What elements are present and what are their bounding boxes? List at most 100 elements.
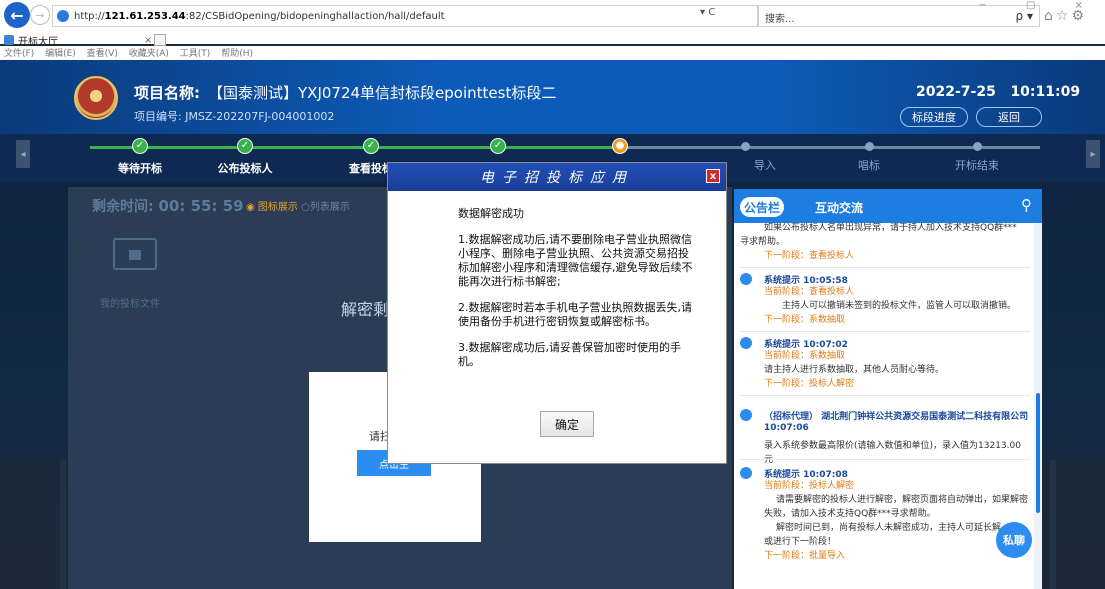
tab-interaction[interactable]: 互动交流	[814, 197, 864, 217]
view-option-list[interactable]: ○列表展示	[301, 202, 350, 213]
menu-favorites[interactable]: 收藏夹(A)	[129, 49, 169, 59]
entry-title: （招标代理） 湖北荆门钟祥公共资源交易国泰测试二科技有限公司	[764, 412, 1029, 422]
scroll-right-icon[interactable]: ▸	[1086, 140, 1100, 168]
check-icon: ✓	[132, 138, 148, 154]
browser-toolbar: ← → http://121.61.253.44:82/CSBidOpening…	[0, 0, 1105, 48]
menu-view[interactable]: 查看(V)	[87, 49, 118, 59]
modal-paragraph-2: 2.数据解密时若本手机电子营业执照数据丢失,请使用备份手机进行密钥恢复或解密标书…	[458, 301, 692, 328]
user-avatar-icon	[740, 409, 752, 421]
step-8: 开标结束	[932, 138, 1022, 173]
bulletin-list: 如果公布投标人名单出现异常，请于持人加入技术支持QQ群*** 寻求帮助。 下一阶…	[734, 223, 1034, 589]
menu-file[interactable]: 文件(F)	[4, 49, 34, 59]
address-bar[interactable]: http://121.61.253.44:82/CSBidOpening/bid…	[52, 5, 758, 27]
url-path: :82/CSBidOpening/bidopeninghallaction/ha…	[185, 10, 445, 22]
divider	[740, 395, 1030, 396]
entry-text: 或进行下一阶段！	[764, 537, 837, 547]
menu-tools[interactable]: 工具(T)	[180, 49, 211, 59]
tab-bulletin[interactable]: 公告栏	[740, 197, 784, 217]
entry-text: 解密时间已到，尚有投标人未解密成功，主持人可延长解	[776, 523, 1002, 533]
entry-next-stage: 下一阶段：批量导入	[764, 551, 846, 561]
modal-title: 电子招投标应用	[388, 163, 726, 191]
project-name-label: 项目名称:	[134, 84, 200, 102]
header-date: 2022-7-25	[916, 84, 996, 100]
entry-current-stage: 当前阶段：系数抽取	[764, 351, 846, 361]
bulletin-header: 公告栏 互动交流 ⚲	[734, 189, 1042, 223]
project-name-value: 【国泰测试】YXJ0724单信封标段epointtest标段二	[208, 84, 557, 102]
app-header: 项目名称: 【国泰测试】YXJ0724单信封标段epointtest标段二 项目编…	[0, 60, 1105, 134]
back-arrow-icon[interactable]: ←	[4, 2, 30, 28]
confirm-button[interactable]: 确定	[540, 411, 594, 437]
tab-close-icon[interactable]: ×	[144, 35, 152, 46]
return-button[interactable]: 返回	[976, 107, 1042, 127]
check-icon: ✓	[490, 138, 506, 154]
favicon-icon	[4, 35, 14, 45]
folder-label: 我的投标文件	[100, 299, 160, 310]
modal-body: 数据解密成功 1.数据解密成功后,请不要删除电子营业执照微信小程序、删除电子营业…	[458, 207, 698, 381]
timer-value: 00: 55: 59	[158, 197, 244, 215]
url-host: 121.61.253.44	[104, 10, 186, 22]
lock-icon	[129, 250, 141, 260]
private-chat-button[interactable]: 私聊	[996, 522, 1032, 558]
step-label: 公布投标人	[217, 162, 273, 175]
entry-next-stage: 下一阶段：查看投标人	[764, 251, 855, 261]
close-icon[interactable]: x	[706, 169, 720, 183]
url-prefix: http://	[74, 10, 105, 22]
step-7: 唱标	[824, 138, 914, 173]
step-label: 开标结束	[955, 159, 999, 172]
step-label: 唱标	[858, 159, 880, 172]
pending-dot-icon	[864, 142, 874, 151]
entry-text: 请需要解密的投标人进行解密，解密页面将自动弹出，如果解密	[776, 495, 1029, 505]
menu-bar: 文件(F) 编辑(E) 查看(V) 收藏夹(A) 工具(T) 帮助(H)	[0, 46, 1105, 60]
user-avatar-icon	[740, 467, 752, 479]
check-icon: ✓	[237, 138, 253, 154]
divider	[740, 459, 1030, 460]
entry-next-stage: 下一阶段：系数抽取	[764, 315, 846, 325]
menu-help[interactable]: 帮助(H)	[221, 49, 253, 59]
decrypt-remaining-text: 解密剩	[341, 300, 390, 319]
search-icon[interactable]: ⚲	[1021, 196, 1032, 214]
forward-arrow-icon[interactable]: →	[30, 5, 50, 25]
divider	[740, 331, 1030, 332]
check-icon: ✓	[363, 138, 379, 154]
entry-text: 主持人可以撤销未签到的投标文件，监管人可以取消撤销。	[782, 301, 1017, 311]
step-1: ✓ 等待开标	[95, 138, 185, 176]
project-name: 项目名称: 【国泰测试】YXJ0724单信封标段epointtest标段二	[134, 82, 556, 103]
window-controls[interactable]: − ▢ ×	[978, 0, 1101, 11]
new-tab-icon[interactable]	[154, 34, 166, 46]
scroll-left-icon[interactable]: ◂	[16, 140, 30, 168]
entry-current-stage: 当前阶段：投标人解密	[764, 481, 855, 491]
header-datetime: 2022-7-25 10:11:09	[916, 84, 1080, 100]
radio-checked-icon[interactable]: ◉	[246, 202, 255, 213]
bulletin-panel: 公告栏 互动交流 ⚲ 如果公布投标人名单出现异常，请于持人加入技术支持QQ群**…	[734, 189, 1042, 589]
entry-text: 录入系统参数最高限价(请输入数值和单位)，录入值为13213.00元	[764, 441, 1021, 465]
entry-text: 如果公布投标人名单出现异常，请于持人加入技术支持QQ群***	[764, 223, 1017, 233]
section-progress-button[interactable]: 标段进度	[900, 107, 968, 127]
step-label: 等待开标	[118, 162, 162, 175]
user-avatar-icon	[740, 273, 752, 285]
entry-time: 10:07:06	[764, 423, 809, 433]
view-options: ◉ 图标展示 ○列表展示	[246, 198, 350, 213]
pending-dot-icon	[740, 142, 750, 151]
search-placeholder: 搜索...	[765, 14, 795, 25]
header-time: 10:11:09	[1010, 84, 1081, 100]
entry-text: 失败，请加入技术支持QQ群***寻求帮助。	[764, 509, 936, 519]
menu-edit[interactable]: 编辑(E)	[45, 49, 76, 59]
entry-text: 请主持人进行系数抽取，其他人员耐心等待。	[764, 365, 945, 375]
project-number: 项目编号: JMSZ-202207FJ-004001002	[134, 110, 335, 123]
refresh-icon[interactable]: ▾ C	[700, 7, 715, 18]
browser-icon	[57, 10, 69, 22]
step-2: ✓ 公布投标人	[200, 138, 290, 176]
search-icon[interactable]: ρ ▾	[1016, 9, 1033, 23]
view-option-icons[interactable]: 图标展示	[258, 202, 298, 213]
divider	[740, 267, 1030, 268]
current-step-icon: ●	[612, 138, 628, 154]
scrollbar-thumb[interactable]	[1036, 393, 1040, 513]
entry-current-stage: 当前阶段：查看投标人	[764, 287, 855, 297]
bid-file-folder[interactable]	[113, 212, 157, 284]
entry-next-stage: 下一阶段：投标人解密	[764, 379, 855, 389]
bulletin-scrollbar[interactable]	[1034, 223, 1042, 589]
step-4: ✓	[453, 138, 543, 160]
entry-text: 寻求帮助。	[740, 237, 786, 247]
decrypt-success-modal: 电子招投标应用 x 数据解密成功 1.数据解密成功后,请不要删除电子营业执照微信…	[387, 162, 727, 464]
pending-dot-icon	[972, 142, 982, 151]
